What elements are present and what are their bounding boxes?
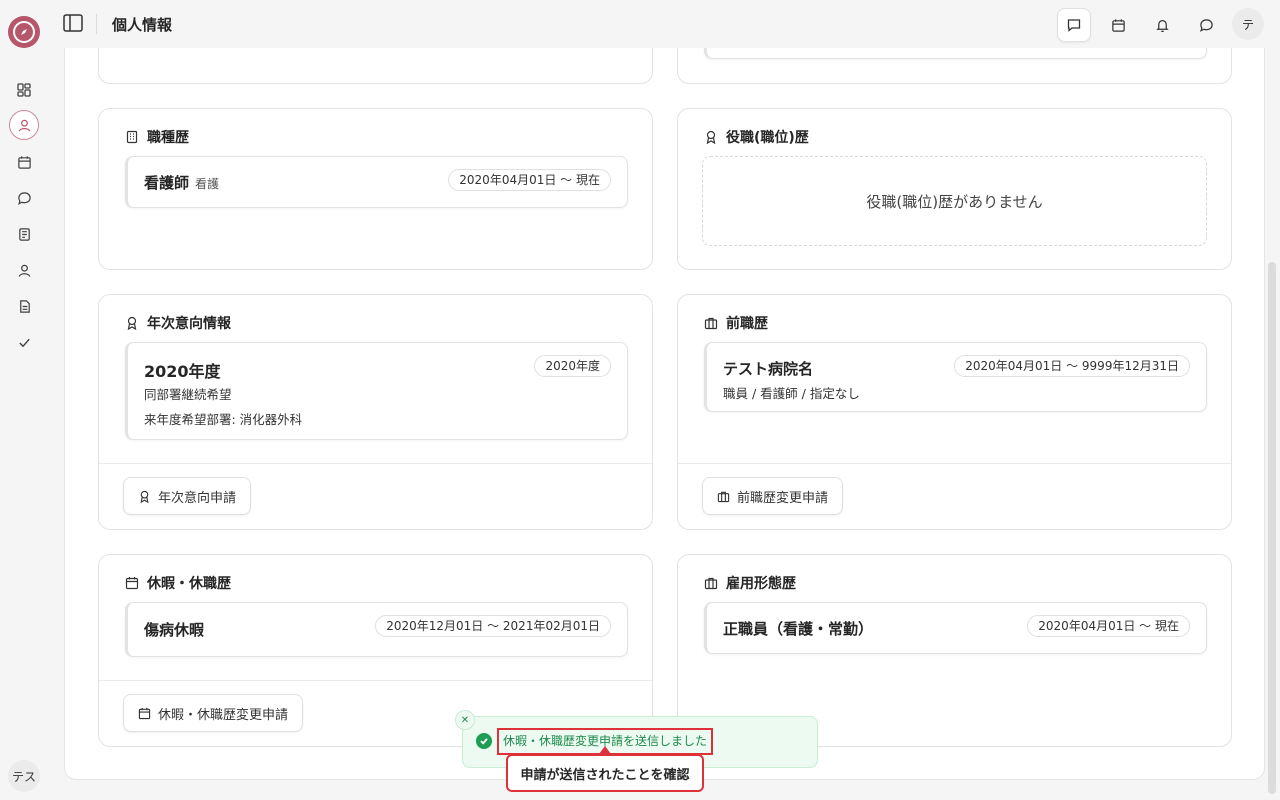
briefcase-icon <box>704 577 718 590</box>
notebook-icon <box>18 227 30 241</box>
briefcase-icon <box>717 491 730 502</box>
previous-job-change-request-button[interactable]: 前職歴変更申請 <box>702 477 844 515</box>
list-item: 傷病休暇 2020年12月01日 〜 2021年02月01日 <box>125 602 628 657</box>
calendar-button[interactable] <box>1101 8 1135 42</box>
sidebar-user-avatar[interactable]: テス <box>8 760 40 792</box>
close-icon: ✕ <box>460 714 470 726</box>
sidebar-item-chat[interactable] <box>9 183 39 213</box>
card-partial-right <box>677 48 1232 84</box>
desired-department: 来年度希望部署: 消化器外科 <box>144 412 303 427</box>
date-range-badge: 2020年12月01日 〜 2021年02月01日 <box>375 615 611 637</box>
entry-name: 看護師 看護 <box>144 174 220 192</box>
notifications-button[interactable] <box>1145 8 1179 42</box>
messages-button[interactable] <box>1057 8 1091 42</box>
person-icon <box>18 264 30 277</box>
building-icon <box>126 130 138 144</box>
sidebar-item-approvals[interactable] <box>9 327 39 357</box>
card-footer: 前職歴変更申請 <box>678 463 1231 529</box>
top-bar: 個人情報 テ <box>48 0 1280 48</box>
app-logo[interactable] <box>8 16 40 48</box>
entry-name: 2020年度 <box>144 362 221 381</box>
award-icon <box>706 130 716 144</box>
sidebar-toggle-button[interactable] <box>62 12 86 36</box>
check-circle-icon <box>476 733 492 749</box>
entry-name: 傷病休暇 <box>144 621 205 639</box>
bell-icon <box>1155 19 1169 32</box>
sidebar-item-users[interactable] <box>9 255 39 285</box>
chat-icon <box>1199 18 1213 32</box>
user-icon <box>18 119 30 131</box>
sidebar-item-documents[interactable] <box>9 291 39 321</box>
card-footer: 年次意向申請 <box>99 463 652 529</box>
message-square-icon <box>1067 19 1081 32</box>
entry-name: 正職員（看護・常勤） <box>723 620 874 638</box>
briefcase-icon <box>704 317 718 330</box>
card-annual-intent: 年次意向情報 2020年度 2020年度 同部署継続希望 来年度希望部署: 消化… <box>98 294 653 530</box>
scrollbar[interactable] <box>1268 262 1276 794</box>
card-title: 前職歴 <box>704 313 768 333</box>
card-title: 休暇・休職歴 <box>125 573 231 593</box>
list-item: 2020年度 2020年度 同部署継続希望 来年度希望部署: 消化器外科 <box>125 342 628 440</box>
calendar-icon <box>125 577 139 590</box>
date-range-badge: 2020年04月01日 〜 9999年12月31日 <box>954 355 1190 377</box>
award-icon <box>140 490 149 503</box>
date-range-badge: 2020年04月01日 〜 現在 <box>1027 615 1190 637</box>
card-title: 年次意向情報 <box>125 313 231 333</box>
annotation-callout: 申請が送信されたことを確認 <box>506 754 704 792</box>
leave-change-request-button[interactable]: 休暇・休職歴変更申請 <box>123 694 304 732</box>
entry-name: テスト病院名 <box>723 360 814 378</box>
card-title: 役職(職位)歴 <box>704 127 809 147</box>
date-range-badge: 2020年04月01日 〜 現在 <box>448 169 611 191</box>
calendar-icon <box>138 707 151 719</box>
sidebar-item-profile[interactable] <box>9 110 39 140</box>
dashboard-icon <box>17 83 31 97</box>
chat-icon <box>17 191 31 205</box>
card-title: 職種歴 <box>125 127 189 147</box>
toast-close-button[interactable]: ✕ <box>455 710 475 730</box>
sidebar-item-notebook[interactable] <box>9 219 39 249</box>
list-item: 看護師 看護 2020年04月01日 〜 現在 <box>125 156 628 208</box>
sidebar-item-calendar[interactable] <box>9 147 39 177</box>
user-avatar[interactable]: テ <box>1232 8 1264 40</box>
callout-arrow <box>599 746 611 754</box>
intent-text: 同部署継続希望 <box>144 387 232 402</box>
job-details: 職員 / 看護師 / 指定なし <box>723 386 860 401</box>
document-icon <box>19 299 30 313</box>
list-item <box>704 48 1207 59</box>
sidebar: テス <box>0 0 48 800</box>
panel-left-icon <box>63 14 83 32</box>
card-partial-left <box>98 48 653 84</box>
award-icon <box>127 316 137 330</box>
sidebar-item-dashboard[interactable] <box>9 75 39 105</box>
card-previous-job-history: 前職歴 テスト病院名 2020年04月01日 〜 9999年12月31日 職員 … <box>677 294 1232 530</box>
card-position-history: 役職(職位)歴 役職(職位)歴がありません <box>677 108 1232 270</box>
year-badge: 2020年度 <box>534 355 611 377</box>
list-item: テスト病院名 2020年04月01日 〜 9999年12月31日 職員 / 看護… <box>704 342 1207 412</box>
page-title: 個人情報 <box>112 16 173 34</box>
card-job-type-history: 職種歴 看護師 看護 2020年04月01日 〜 現在 <box>98 108 653 270</box>
calendar-icon <box>1111 18 1125 32</box>
divider <box>96 14 97 34</box>
annual-intent-request-button[interactable]: 年次意向申請 <box>123 477 252 515</box>
chat-button[interactable] <box>1189 8 1223 42</box>
card-title: 雇用形態歴 <box>704 573 796 593</box>
check-icon <box>18 338 30 347</box>
list-item: 正職員（看護・常勤） 2020年04月01日 〜 現在 <box>704 602 1207 654</box>
main-content: 職種歴 看護師 看護 2020年04月01日 〜 現在 役職(職位)歴 役職(職位… <box>64 48 1265 780</box>
calendar-icon <box>17 155 31 169</box>
compass-icon <box>13 21 35 43</box>
empty-state: 役職(職位)歴がありません <box>702 156 1207 246</box>
